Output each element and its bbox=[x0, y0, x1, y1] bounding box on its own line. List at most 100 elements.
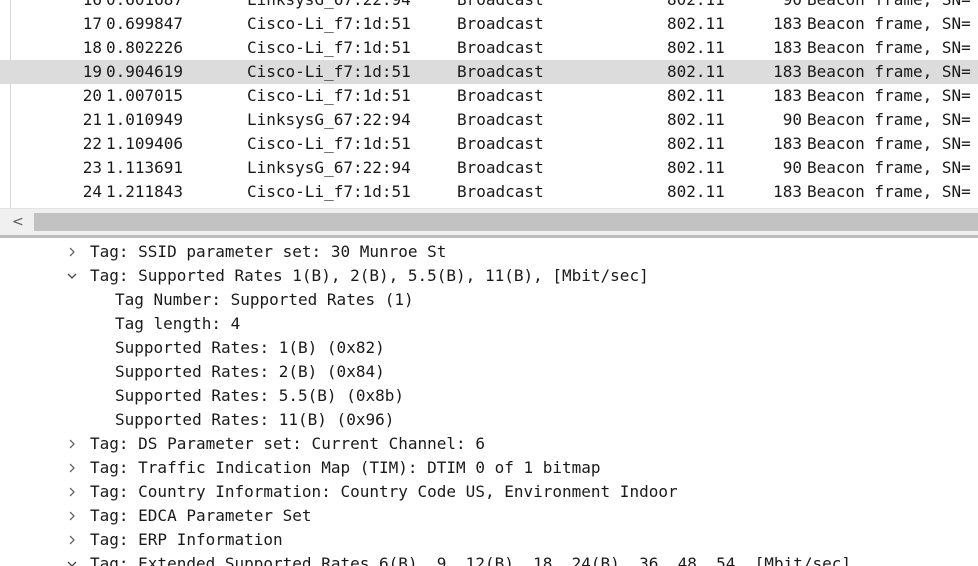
packet-destination-cell: Broadcast bbox=[457, 38, 544, 57]
packet-time-cell: 0.601687 bbox=[106, 0, 183, 12]
packet-source-cell: Cisco-Li_f7:1d:51 bbox=[247, 38, 411, 57]
packet-number-cell: 22 bbox=[82, 134, 102, 153]
packet-details-pane[interactable]: Tag: SSID parameter set: 30 Munroe St Tag… bbox=[0, 238, 978, 566]
packet-length-cell: 183 bbox=[773, 14, 802, 33]
packet-number-cell: 23 bbox=[82, 158, 102, 177]
packet-destination-cell: Broadcast bbox=[457, 0, 544, 12]
chevron-right-icon[interactable] bbox=[66, 480, 80, 504]
detail-text: Tag: SSID parameter set: 30 Munroe St bbox=[90, 242, 447, 261]
packet-row[interactable]: 20 1.007015 Cisco-Li_f7:1d:51 Broadcast 802.… bbox=[0, 84, 978, 108]
packet-source-cell: Cisco-Li_f7:1d:51 bbox=[247, 86, 411, 105]
packet-protocol-cell: 802.11 bbox=[667, 134, 725, 153]
packet-time-cell: 1.109406 bbox=[106, 134, 184, 153]
packet-destination-cell: Broadcast bbox=[457, 134, 544, 153]
horizontal-scrollbar[interactable]: < bbox=[0, 208, 978, 235]
detail-tag-node[interactable]: Tag: Extended Supported Rates 6(B), 9, 1… bbox=[0, 552, 978, 566]
packet-number-cell: 17 bbox=[82, 14, 102, 33]
packet-protocol-cell: 802.11 bbox=[667, 110, 725, 129]
detail-field[interactable]: Tag Number: Supported Rates (1) bbox=[0, 288, 978, 312]
detail-field[interactable]: Supported Rates: 2(B) (0x84) bbox=[0, 360, 978, 384]
chevron-right-icon[interactable] bbox=[66, 528, 80, 552]
packet-row[interactable]: 18 0.802226 Cisco-Li_f7:1d:51 Broadcast 802.… bbox=[0, 36, 978, 60]
detail-text: Supported Rates: 5.5(B) (0x8b) bbox=[115, 386, 404, 405]
chevron-right-icon[interactable] bbox=[66, 504, 80, 528]
packet-destination-cell: Broadcast bbox=[457, 110, 544, 129]
chevron-right-icon[interactable] bbox=[66, 456, 80, 480]
detail-text: Supported Rates: 11(B) (0x96) bbox=[115, 410, 395, 429]
packet-info-cell: Beacon frame, SN= bbox=[807, 134, 971, 153]
packet-info-cell: Beacon frame, SN= bbox=[807, 182, 971, 201]
packet-info-cell: Beacon frame, SN= bbox=[807, 110, 971, 129]
packet-row[interactable]: 17 0.699847 Cisco-Li_f7:1d:51 Broadcast 802.… bbox=[0, 12, 978, 36]
detail-field[interactable]: Supported Rates: 5.5(B) (0x8b) bbox=[0, 384, 978, 408]
packet-info-cell: Beacon frame, SN= bbox=[807, 62, 971, 81]
packet-source-cell: Cisco-Li_f7:1d:51 bbox=[247, 62, 411, 81]
packet-row[interactable]: 19 0.904619 Cisco-Li_f7:1d:51 Broadcast 802.… bbox=[0, 60, 978, 84]
packet-info-cell: Beacon frame, SN= bbox=[807, 0, 971, 12]
packet-time-cell: 0.802226 bbox=[106, 38, 184, 57]
packet-source-cell: Cisco-Li_f7:1d:51 bbox=[247, 14, 411, 33]
detail-text: Supported Rates: 2(B) (0x84) bbox=[115, 362, 385, 381]
packet-length-cell: 183 bbox=[773, 182, 802, 201]
packet-row[interactable]: 16 0.601687 LinksysG_67:22:94 Broadcast 802.… bbox=[0, 0, 978, 12]
packet-number-cell: 24 bbox=[82, 182, 102, 201]
detail-field[interactable]: Supported Rates: 11(B) (0x96) bbox=[0, 408, 978, 432]
scrollbar-thumb[interactable] bbox=[34, 213, 978, 231]
detail-tag-node[interactable]: Tag: DS Parameter set: Current Channel: … bbox=[0, 432, 978, 456]
packet-number-cell: 21 bbox=[82, 110, 102, 129]
detail-text: Tag: Extended Supported Rates 6(B), 9, 1… bbox=[90, 554, 851, 566]
packet-time-cell: 1.007015 bbox=[106, 86, 184, 105]
packet-destination-cell: Broadcast bbox=[457, 62, 544, 81]
packet-time-cell: 1.113691 bbox=[106, 158, 184, 177]
packet-length-cell: 90 bbox=[740, 0, 802, 12]
packet-length-cell: 183 bbox=[773, 86, 802, 105]
packet-protocol-cell: 802.11 bbox=[667, 0, 725, 12]
packet-number-cell: 18 bbox=[82, 38, 102, 57]
packet-protocol-cell: 802.11 bbox=[667, 182, 725, 201]
detail-field[interactable]: Supported Rates: 1(B) (0x82) bbox=[0, 336, 978, 360]
packet-time-cell: 0.904619 bbox=[106, 62, 184, 81]
packet-protocol-cell: 802.11 bbox=[667, 14, 725, 33]
packet-row[interactable]: 22 1.109406 Cisco-Li_f7:1d:51 Broadcast 802.… bbox=[0, 132, 978, 156]
packet-row[interactable]: 24 1.211843 Cisco-Li_f7:1d:51 Broadcast 802.… bbox=[0, 180, 978, 204]
packet-time-cell: 1.010949 bbox=[106, 110, 184, 129]
packet-number-cell: 19 bbox=[82, 62, 102, 81]
chevron-down-icon[interactable] bbox=[66, 552, 80, 566]
packet-source-cell: Cisco-Li_f7:1d:51 bbox=[247, 182, 411, 201]
packet-protocol-cell: 802.11 bbox=[667, 158, 725, 177]
packet-source-cell: LinksysG_67:22:94 bbox=[247, 158, 411, 177]
packet-row[interactable]: 21 1.010949 LinksysG_67:22:94 Broadcast 802.… bbox=[0, 108, 978, 132]
packet-source-cell: LinksysG_67:22:94 bbox=[247, 0, 411, 12]
packet-destination-cell: Broadcast bbox=[457, 86, 544, 105]
packet-protocol-cell: 802.11 bbox=[667, 38, 725, 57]
packet-length-cell: 183 bbox=[773, 38, 802, 57]
detail-tag-node[interactable]: Tag: ERP Information bbox=[0, 528, 978, 552]
detail-text: Tag: EDCA Parameter Set bbox=[90, 506, 312, 525]
packet-list-rows: 16 0.601687 LinksysG_67:22:94 Broadcast 802.… bbox=[0, 0, 978, 204]
detail-text: Tag: Country Information: Country Code U… bbox=[90, 482, 678, 501]
detail-tag-node[interactable]: Tag: EDCA Parameter Set bbox=[0, 504, 978, 528]
packet-destination-cell: Broadcast bbox=[457, 14, 544, 33]
packet-row[interactable]: 23 1.113691 LinksysG_67:22:94 Broadcast 802.… bbox=[0, 156, 978, 180]
chevron-down-icon[interactable] bbox=[66, 264, 80, 288]
packet-list-pane[interactable]: 16 0.601687 LinksysG_67:22:94 Broadcast 802.… bbox=[0, 0, 978, 208]
detail-text: Tag Number: Supported Rates (1) bbox=[115, 290, 414, 309]
detail-tag-node[interactable]: Tag: SSID parameter set: 30 Munroe St bbox=[0, 240, 978, 264]
chevron-right-icon[interactable] bbox=[66, 240, 80, 264]
detail-tag-node[interactable]: Tag: Supported Rates 1(B), 2(B), 5.5(B),… bbox=[0, 264, 978, 288]
chevron-right-icon[interactable] bbox=[66, 432, 80, 456]
scroll-left-button[interactable]: < bbox=[12, 212, 32, 232]
detail-tag-node[interactable]: Tag: Traffic Indication Map (TIM): DTIM … bbox=[0, 456, 978, 480]
packet-source-cell: LinksysG_67:22:94 bbox=[247, 110, 411, 129]
packet-protocol-cell: 802.11 bbox=[667, 62, 725, 81]
packet-length-cell: 183 bbox=[773, 134, 802, 153]
packet-details-tree: Tag: SSID parameter set: 30 Munroe St Tag… bbox=[0, 240, 978, 566]
detail-text: Tag: DS Parameter set: Current Channel: … bbox=[90, 434, 485, 453]
detail-field[interactable]: Tag length: 4 bbox=[0, 312, 978, 336]
packet-time-cell: 1.211843 bbox=[106, 182, 184, 201]
packet-source-cell: Cisco-Li_f7:1d:51 bbox=[247, 134, 411, 153]
detail-tag-node[interactable]: Tag: Country Information: Country Code U… bbox=[0, 480, 978, 504]
packet-length-cell: 90 bbox=[782, 110, 802, 129]
packet-info-cell: Beacon frame, SN= bbox=[807, 86, 971, 105]
packet-length-cell: 90 bbox=[782, 158, 802, 177]
